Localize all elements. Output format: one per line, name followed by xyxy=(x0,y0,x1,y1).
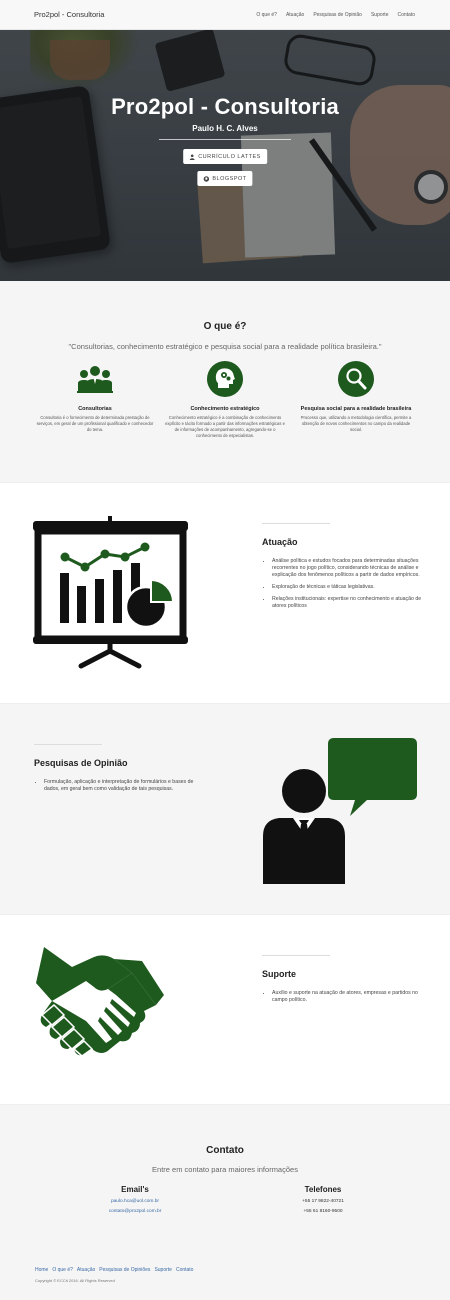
section-pesquisas: Pesquisas de Opinião Formulação, aplicaç… xyxy=(0,703,450,914)
suporte-title: Suporte xyxy=(262,969,297,979)
section-oque: O que é? "Consultorias, conhecimento est… xyxy=(0,281,450,482)
handshake-icon xyxy=(36,947,164,1057)
nav-link-suporte[interactable]: Suporte xyxy=(371,12,389,18)
section-suporte: Suporte Auxílio e suporte na atuação de … xyxy=(0,914,450,1104)
curriculo-lattes-button[interactable]: CURRÍCULO LATTES xyxy=(183,149,267,164)
hero-subtitle: Paulo H. C. Alves xyxy=(192,124,258,133)
nav-link-atuacao[interactable]: Atuação xyxy=(286,12,304,18)
phone-number: +55 61 8160-9500 xyxy=(303,1209,343,1214)
column-text: Consultoria é o fornecimento de determin… xyxy=(36,415,154,432)
section-contato: Contato Entre em contato para maiores in… xyxy=(0,1104,450,1300)
footer-link-suporte[interactable]: Suporte xyxy=(154,1267,172,1273)
phones-title: Telefones xyxy=(304,1185,342,1194)
blogspot-button[interactable]: BLOGSPOT xyxy=(197,171,253,186)
emails-block: Email's paulo.hca@uol.com.br contato@pro… xyxy=(95,1185,175,1216)
list-item: Análise política e estudos focados para … xyxy=(272,558,422,579)
head-gears-icon xyxy=(207,361,243,397)
phones-block: Telefones +55 17 9822-40721 +55 61 8160-… xyxy=(283,1185,363,1216)
footer-link-home[interactable]: Home xyxy=(35,1267,48,1273)
pesquisas-list: Formulação, aplicação e interpretação de… xyxy=(34,779,199,793)
oque-title: O que é? xyxy=(203,321,247,332)
contato-title: Contato xyxy=(206,1145,244,1156)
email-link[interactable]: contato@pro2pol.com.br xyxy=(95,1208,175,1216)
oque-quote: "Consultorias, conhecimento estratégico … xyxy=(68,342,382,351)
footer-links: Home O que é? Atuação Pesquisas de Opini… xyxy=(35,1267,193,1273)
list-item: Exploração de técnicas e táticas legisla… xyxy=(272,584,422,591)
column-title: Consultorias xyxy=(78,406,112,412)
navbar: Pro2pol - Consultoria O que é? Atuação P… xyxy=(0,0,450,30)
suporte-list: Auxílio e suporte na atuação de atores, … xyxy=(262,990,422,1004)
footer-link-pesquisas[interactable]: Pesquisas de Opiniões xyxy=(99,1267,150,1273)
people-icon xyxy=(77,366,113,393)
atuacao-title: Atuação xyxy=(262,537,298,547)
suporte-content: Suporte Auxílio e suporte na atuação de … xyxy=(262,955,422,1009)
pesquisas-content: Pesquisas de Opinião Formulação, aplicaç… xyxy=(34,744,199,798)
column-title: Conhecimento estratégico xyxy=(190,406,260,412)
hero-content: Pro2pol - Consultoria Paulo H. C. Alves … xyxy=(0,30,450,281)
presentation-chart-icon xyxy=(33,516,188,669)
footer-link-atuacao[interactable]: Atuação xyxy=(77,1267,95,1273)
atuacao-list: Análise política e estudos focados para … xyxy=(262,558,422,610)
list-item: Formulação, aplicação e interpretação de… xyxy=(44,779,199,793)
suporte-divider xyxy=(262,955,330,956)
email-link[interactable]: paulo.hca@uol.com.br xyxy=(95,1198,175,1206)
column-conhecimento: Conhecimento estratégico Conhecimento es… xyxy=(165,361,285,439)
pesquisas-title: Pesquisas de Opinião xyxy=(34,758,128,768)
column-text: Processo que, utilizando a metodologia c… xyxy=(300,415,412,432)
column-title: Pesquisa social para a realidade brasile… xyxy=(300,406,412,412)
person-speech-icon xyxy=(263,738,417,884)
hero-divider xyxy=(159,139,291,140)
list-item: Auxílio e suporte na atuação de atores, … xyxy=(272,990,422,1004)
atuacao-content: Atuação Análise política e estudos focad… xyxy=(262,523,422,615)
blogspot-label: BLOGSPOT xyxy=(212,175,247,182)
atuacao-divider xyxy=(262,523,330,524)
emails-title: Email's xyxy=(121,1185,149,1194)
nav-link-pesquisas[interactable]: Pesquisas de Opinião xyxy=(313,12,362,18)
copyright: Copyright © ECCit 2016. All Rights Reser… xyxy=(35,1278,115,1283)
column-pesquisa-social: Pesquisa social para a realidade brasile… xyxy=(296,361,416,433)
navbar-brand[interactable]: Pro2pol - Consultoria xyxy=(34,10,104,19)
contato-subtitle: Entre em contato para maiores informaçõe… xyxy=(152,1165,298,1174)
footer-link-oque[interactable]: O que é? xyxy=(52,1267,73,1273)
pesquisas-divider xyxy=(34,744,102,745)
footer-link-contato[interactable]: Contato xyxy=(176,1267,194,1273)
nav-links: O que é? Atuação Pesquisas de Opinião Su… xyxy=(256,12,415,18)
column-consultorias: Consultorias Consultoria é o forneciment… xyxy=(35,361,155,433)
column-text: Conhecimento estratégico é a combinação … xyxy=(165,415,285,438)
curriculo-lattes-label: CURRÍCULO LATTES xyxy=(198,153,261,160)
list-item: Relações institucionais: expertise no co… xyxy=(272,596,422,610)
magnifier-icon xyxy=(338,361,374,397)
nav-link-oque[interactable]: O que é? xyxy=(256,12,277,18)
hero-banner: Pro2pol - Consultoria Paulo H. C. Alves … xyxy=(0,30,450,281)
globe-icon xyxy=(203,175,210,182)
section-atuacao: Atuação Análise política e estudos focad… xyxy=(0,482,450,703)
user-icon xyxy=(189,153,195,160)
phone-number: +55 17 9822-40721 xyxy=(302,1199,344,1204)
hero-title: Pro2pol - Consultoria xyxy=(111,94,339,119)
nav-link-contato[interactable]: Contato xyxy=(397,12,415,18)
